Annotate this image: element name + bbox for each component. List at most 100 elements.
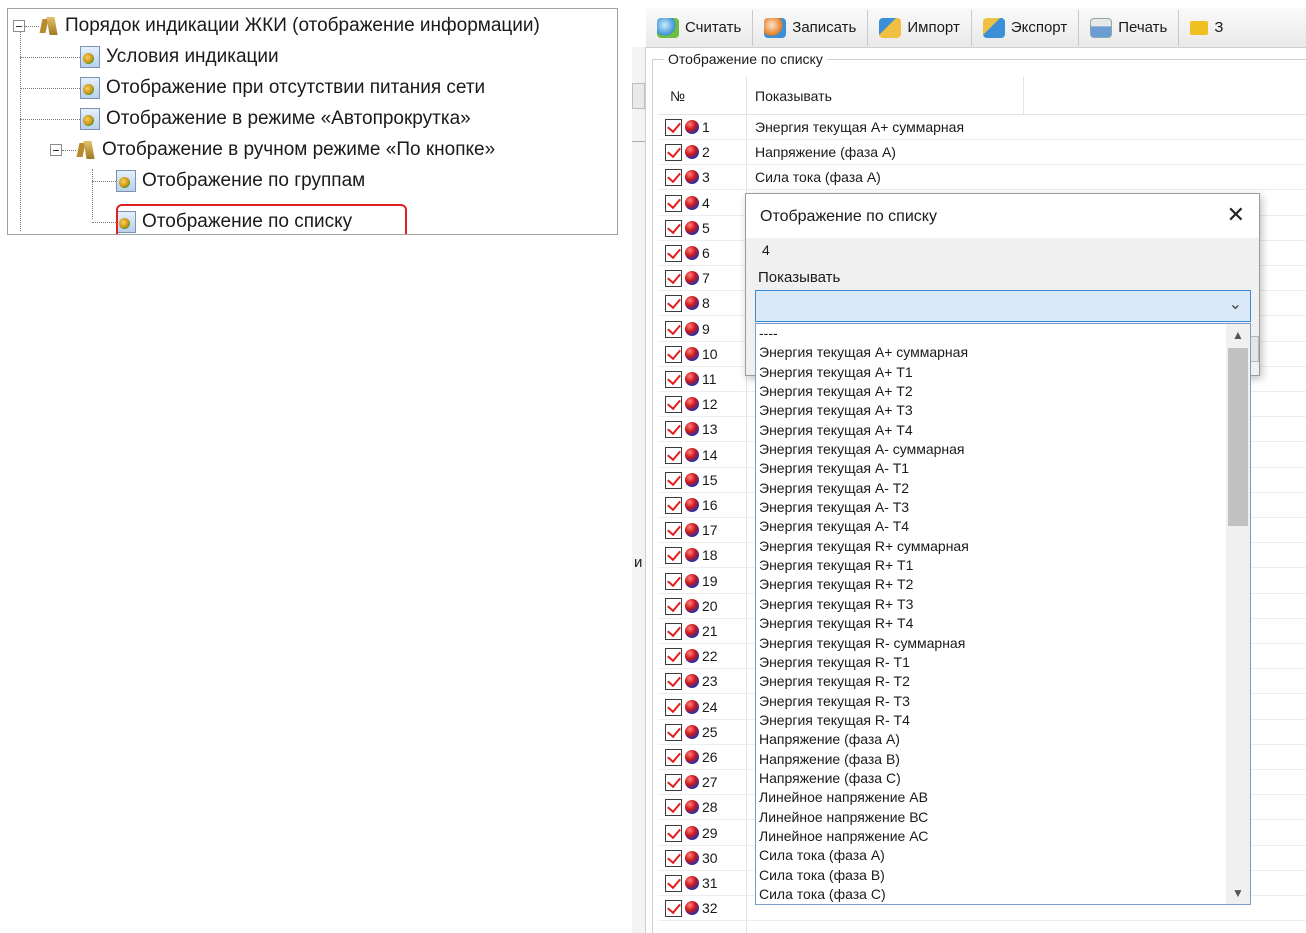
tree-node-manual-mode[interactable]: Отображение в ручном режиме «По кнопке»: [50, 136, 495, 164]
dropdown-option[interactable]: Энергия текущая А+ суммарная: [756, 343, 1226, 362]
dropdown-option[interactable]: Энергия текущая R- Т4: [756, 711, 1226, 730]
row-checkbox[interactable]: [665, 446, 682, 464]
close-icon[interactable]: ✕: [1227, 202, 1245, 228]
dropdown-option[interactable]: Энергия текущая А+ Т4: [756, 421, 1226, 440]
dropdown-option[interactable]: Энергия текущая R- Т1: [756, 653, 1226, 672]
row-checkbox[interactable]: [665, 371, 682, 388]
show-select[interactable]: ⌄: [755, 290, 1251, 322]
dropdown-option[interactable]: Энергия текущая А- Т3: [756, 498, 1226, 517]
tree-connector: [20, 56, 80, 58]
row-checkbox[interactable]: [665, 471, 682, 489]
row-checkbox[interactable]: [665, 396, 682, 414]
row-checkbox[interactable]: [665, 169, 682, 187]
collapse-icon[interactable]: [13, 20, 25, 32]
row-checkbox[interactable]: [665, 572, 682, 590]
row-number: 21: [702, 623, 718, 639]
splitter-strip[interactable]: и: [632, 47, 646, 933]
table-row[interactable]: 1 Энергия текущая А+ суммарная: [658, 115, 1306, 140]
dialog-titlebar[interactable]: Отображение по списку ✕: [746, 194, 1259, 238]
row-checkbox[interactable]: [665, 522, 682, 540]
dropdown-option[interactable]: Энергия текущая R+ суммарная: [756, 537, 1226, 556]
row-checkbox[interactable]: [665, 698, 682, 716]
splitter-handle[interactable]: [632, 83, 645, 109]
table-row[interactable]: 3 Сила тока (фаза А): [658, 165, 1306, 191]
dropdown-option[interactable]: Энергия текущая А+ Т2: [756, 382, 1226, 401]
status-ball-icon: [685, 624, 699, 638]
row-checkbox[interactable]: [665, 421, 682, 439]
dropdown-option[interactable]: Сила тока (фаза А): [756, 846, 1226, 865]
row-checkbox[interactable]: [665, 749, 682, 766]
write-button[interactable]: Записать: [753, 9, 869, 46]
collapse-icon[interactable]: [50, 144, 62, 156]
dropdown-option[interactable]: Сила тока (фаза С): [756, 885, 1226, 904]
dropdown-option[interactable]: Энергия текущая А+ Т1: [756, 363, 1226, 382]
show-dropdown-list[interactable]: ---- Энергия текущая А+ суммарная Энергия …: [755, 323, 1251, 905]
row-number: 15: [702, 471, 718, 488]
dropdown-option[interactable]: Энергия текущая А- Т2: [756, 479, 1226, 498]
tree-node-by-groups[interactable]: Отображение по группам: [92, 167, 365, 195]
dropdown-option[interactable]: Линейное напряжение ВС: [756, 808, 1226, 827]
dropdown-option[interactable]: Энергия текущая А- Т4: [756, 517, 1226, 536]
row-checkbox[interactable]: [665, 648, 682, 666]
dropdown-option[interactable]: Энергия текущая А+ Т3: [756, 401, 1226, 420]
row-number: 11: [702, 371, 717, 387]
row-checkbox[interactable]: [665, 774, 682, 792]
row-checkbox[interactable]: [665, 245, 682, 262]
column-header-show[interactable]: Показывать: [755, 88, 832, 104]
row-checkbox[interactable]: [665, 723, 682, 741]
row-checkbox[interactable]: [665, 900, 682, 918]
tree-node-conditions[interactable]: Условия индикации: [20, 43, 279, 71]
read-button[interactable]: Считать: [646, 9, 754, 46]
row-checkbox[interactable]: [665, 497, 682, 514]
row-checkbox[interactable]: [665, 270, 682, 288]
row-checkbox[interactable]: [665, 875, 682, 892]
dropdown-option[interactable]: Напряжение (фаза С): [756, 769, 1226, 788]
dropdown-option[interactable]: Энергия текущая R+ Т2: [756, 575, 1226, 594]
row-checkbox[interactable]: [665, 799, 682, 817]
tree-node-autoscroll[interactable]: Отображение в режиме «Автопрокрутка»: [20, 105, 471, 133]
dropdown-option[interactable]: Энергия текущая R- суммарная: [756, 634, 1226, 653]
row-checkbox[interactable]: [665, 194, 682, 212]
more-button[interactable]: З: [1179, 10, 1234, 46]
write-button-label: Записать: [792, 19, 857, 36]
status-ball-icon: [685, 548, 699, 563]
dropdown-option[interactable]: Энергия текущая А- суммарная: [756, 440, 1226, 459]
row-checkbox[interactable]: [665, 597, 682, 615]
dropdown-option[interactable]: Энергия текущая R+ Т3: [756, 595, 1226, 614]
dropdown-option[interactable]: Энергия текущая R+ Т1: [756, 556, 1226, 575]
row-checkbox[interactable]: [665, 144, 682, 162]
print-button[interactable]: Печать: [1079, 9, 1180, 46]
dropdown-option[interactable]: Напряжение (фаза А): [756, 730, 1226, 749]
row-checkbox[interactable]: [665, 547, 682, 565]
dropdown-option[interactable]: Сила тока (фаза В): [756, 866, 1226, 885]
dropdown-option[interactable]: Энергия текущая R+ Т4: [756, 614, 1226, 633]
table-row[interactable]: 2 Напряжение (фаза А): [658, 140, 1306, 166]
dropdown-option[interactable]: Энергия текущая А- Т1: [756, 459, 1226, 478]
row-checkbox[interactable]: [665, 295, 682, 313]
column-header-number[interactable]: №: [670, 88, 685, 104]
row-checkbox[interactable]: [665, 849, 682, 867]
dropdown-scrollbar[interactable]: ▲ ▼: [1226, 324, 1250, 904]
scroll-up-icon[interactable]: ▲: [1232, 328, 1244, 342]
export-button[interactable]: Экспорт: [972, 9, 1080, 46]
dropdown-option[interactable]: Линейное напряжение АС: [756, 827, 1226, 846]
tree-node-root[interactable]: Порядок индикации ЖКИ (отображение инфор…: [13, 12, 540, 40]
scroll-thumb[interactable]: [1228, 348, 1248, 526]
dropdown-option[interactable]: Линейное напряжение АВ: [756, 788, 1226, 807]
chevron-down-icon[interactable]: ⌄: [1229, 294, 1242, 314]
dropdown-option[interactable]: Энергия текущая R- Т2: [756, 672, 1226, 691]
row-checkbox[interactable]: [665, 320, 682, 338]
row-checkbox[interactable]: [665, 673, 682, 691]
row-checkbox[interactable]: [665, 219, 682, 237]
row-checkbox[interactable]: [665, 824, 682, 842]
tree-node-no-power[interactable]: Отображение при отсутствии питания сети: [20, 74, 485, 102]
scroll-down-icon[interactable]: ▼: [1232, 886, 1244, 900]
import-button[interactable]: Импорт: [868, 9, 972, 46]
row-checkbox[interactable]: [665, 623, 682, 640]
row-show-value: Сила тока (фаза А): [755, 169, 881, 186]
dropdown-option[interactable]: Напряжение (фаза В): [756, 750, 1226, 769]
dropdown-option[interactable]: ----: [756, 324, 1226, 343]
row-checkbox[interactable]: [665, 345, 682, 363]
row-checkbox[interactable]: [665, 119, 682, 136]
dropdown-option[interactable]: Энергия текущая R- Т3: [756, 692, 1226, 711]
